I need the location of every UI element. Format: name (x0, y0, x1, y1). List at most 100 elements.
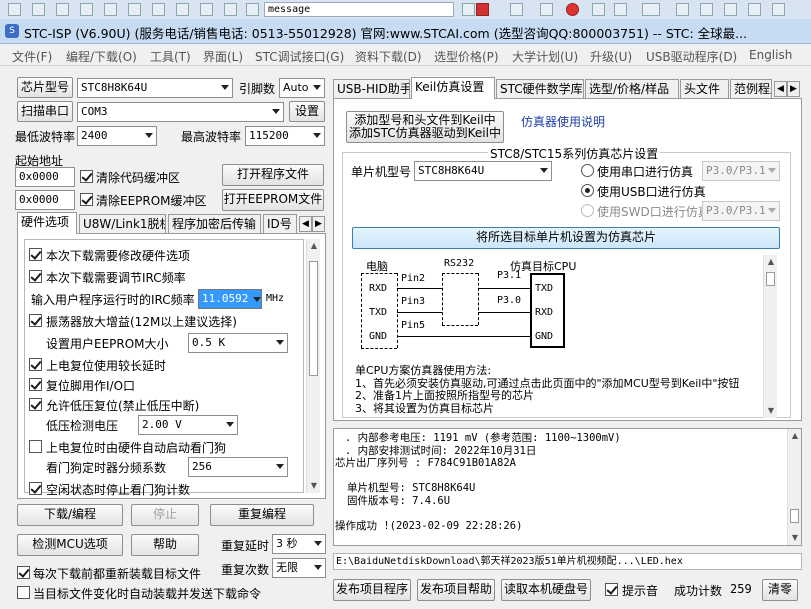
beep-checkbox[interactable] (605, 583, 618, 596)
code-address-input[interactable]: 0x0000 (15, 167, 75, 187)
toolbar-icon[interactable] (8, 3, 21, 16)
options-scrollbar[interactable]: ▲ ▼ (306, 239, 320, 493)
idle-stop-wdt-checkbox[interactable] (29, 482, 42, 495)
toolbar-icon[interactable] (748, 3, 761, 16)
tab-scroll-right-icon[interactable]: ▶ (312, 216, 325, 232)
toolbar-icon[interactable] (56, 3, 69, 16)
modify-hw-options-checkbox[interactable] (29, 248, 42, 261)
scroll-thumb[interactable] (790, 509, 799, 523)
toolbar-icon[interactable] (700, 3, 713, 16)
eeprom-address-input[interactable]: 0x0000 (15, 190, 75, 210)
toolbar-icon[interactable] (32, 3, 45, 16)
repeat-delay-select[interactable]: 3 秒 (272, 534, 326, 554)
low-voltage-reset-checkbox[interactable] (29, 398, 42, 411)
toolbar-icon[interactable] (152, 3, 165, 16)
detect-mcu-button[interactable]: 检测MCU选项 (17, 534, 123, 556)
tab-keil-emulation[interactable]: Keil仿真设置 (411, 77, 495, 99)
publish-help-button[interactable]: 发布项目帮助 (417, 579, 495, 601)
swd-emulation-radio[interactable] (581, 204, 594, 217)
scroll-thumb[interactable] (766, 272, 775, 286)
repeat-count-select[interactable]: 无限 (272, 558, 326, 578)
min-baud-select[interactable]: 2400 (77, 126, 157, 146)
tab-hardware-options[interactable]: 硬件选项 (17, 212, 77, 234)
clear-count-button[interactable]: 清零 (762, 579, 798, 601)
tab-encrypted-transfer[interactable]: 程序加密后传输 (168, 214, 261, 234)
publish-program-button[interactable]: 发布项目程序 (333, 579, 411, 601)
menu-interface[interactable]: 界面(L) (203, 48, 243, 65)
tab-u8w-link1[interactable]: U8W/Link1脱机 (79, 214, 166, 234)
emulator-manual-link[interactable]: 仿真器使用说明 (521, 113, 605, 130)
message-input[interactable]: message (264, 2, 454, 17)
auto-send-checkbox[interactable] (17, 586, 30, 599)
toolbar-icon[interactable] (676, 3, 689, 16)
scroll-thumb[interactable] (309, 261, 318, 376)
swd-port-select[interactable]: P3.0/P3.1 (702, 201, 780, 221)
scroll-down-icon[interactable]: ▼ (788, 531, 802, 545)
menu-tools[interactable]: 工具(T) (150, 48, 191, 65)
toolbar-icon[interactable] (128, 3, 141, 16)
menu-university[interactable]: 大学计划(U) (512, 48, 578, 65)
adjust-irc-checkbox[interactable] (29, 270, 42, 283)
add-to-keil-button[interactable]: 添加型号和头文件到Keil中 添加STC仿真器驱动到Keil中 (346, 111, 504, 143)
chip-model-select[interactable]: STC8H8K64U (77, 78, 233, 98)
max-baud-select[interactable]: 115200 (245, 126, 325, 146)
tab-scroll-right-icon[interactable]: ▶ (787, 81, 800, 97)
serial-emulation-radio[interactable] (581, 164, 594, 177)
toolbar-icon[interactable] (724, 3, 737, 16)
tab-examples[interactable]: 范例程序 (730, 79, 772, 99)
help-button[interactable]: 帮助 (131, 534, 199, 556)
toolbar-icon[interactable] (176, 3, 189, 16)
tab-id-number[interactable]: ID号 (263, 214, 297, 234)
menu-download[interactable]: 资料下载(D) (355, 48, 422, 65)
serial-port-select[interactable]: P3.0/P3.1 (702, 161, 780, 181)
toolbar-icon[interactable] (510, 3, 523, 16)
scan-port-button[interactable]: 扫描串口 (17, 101, 73, 122)
toolbar-icon[interactable] (246, 3, 259, 16)
menu-debug[interactable]: STC调试接口(G) (255, 48, 344, 65)
toolbar-icon[interactable] (80, 3, 93, 16)
menu-program[interactable]: 编程/下载(O) (66, 48, 137, 65)
toolbar-icon[interactable] (104, 3, 117, 16)
file-path-field[interactable]: E:\BaiduNetdiskDownload\郭天祥2023版51单片机视频配… (333, 553, 802, 570)
wdt-select[interactable]: 256 (188, 457, 288, 477)
osc-gain-checkbox[interactable] (29, 314, 42, 327)
toolbar-icon[interactable] (592, 3, 605, 16)
tab-header-files[interactable]: 头文件 (680, 79, 729, 99)
log-scrollbar[interactable]: ▲ ▼ (787, 429, 801, 545)
toolbar-icon[interactable] (540, 3, 553, 16)
scroll-up-icon[interactable]: ▲ (788, 429, 802, 443)
reload-before-download-checkbox[interactable] (17, 566, 30, 579)
usb-emulation-radio[interactable] (581, 184, 594, 197)
toolbar-icon[interactable] (772, 3, 785, 16)
read-disk-id-button[interactable]: 读取本机硬盘号 (501, 579, 591, 601)
reset-pin-io-checkbox[interactable] (29, 378, 42, 391)
open-eeprom-file-button[interactable]: 打开EEPROM文件 (222, 189, 324, 211)
clear-eeprom-checkbox[interactable] (80, 193, 93, 206)
auto-watchdog-checkbox[interactable] (29, 440, 42, 453)
scroll-down-icon[interactable]: ▼ (307, 479, 321, 493)
tab-selection-price[interactable]: 选型/价格/样品 (585, 79, 679, 99)
toolbar-icon[interactable] (462, 3, 475, 16)
repeat-program-button[interactable]: 重复编程 (210, 504, 314, 526)
eeprom-size-select[interactable]: 0.5 K (188, 333, 288, 353)
toolbar-icon[interactable] (224, 3, 237, 16)
window-icon[interactable] (642, 3, 660, 16)
mcu-model-select[interactable]: STC8H8K64U (414, 161, 552, 181)
menu-price[interactable]: 选型价格(P) (434, 48, 499, 65)
tab-usb-hid[interactable]: USB-HID助手 (333, 79, 410, 99)
toolbar-icon[interactable] (200, 3, 213, 16)
set-emulation-chip-button[interactable]: 将所选目标单片机设置为仿真芯片 (352, 227, 780, 249)
chip-model-button[interactable]: 芯片型号 (17, 77, 73, 98)
com-port-select[interactable]: COM3 (77, 102, 284, 122)
scroll-up-icon[interactable]: ▲ (307, 239, 321, 253)
scroll-up-icon[interactable]: ▲ (764, 255, 778, 269)
download-program-button[interactable]: 下载/编程 (17, 504, 123, 526)
menu-upgrade[interactable]: 升级(U) (590, 48, 632, 65)
lvd-select[interactable]: 2.00 V (138, 415, 238, 435)
menu-usb-driver[interactable]: USB驱动程序(D) (646, 48, 737, 65)
tab-math-library[interactable]: STC硬件数学库 (496, 79, 584, 99)
scroll-down-icon[interactable]: ▼ (764, 404, 778, 418)
stop-icon[interactable] (566, 3, 579, 16)
clear-code-checkbox[interactable] (80, 170, 93, 183)
tab-scroll-left-icon[interactable]: ◀ (299, 216, 312, 232)
